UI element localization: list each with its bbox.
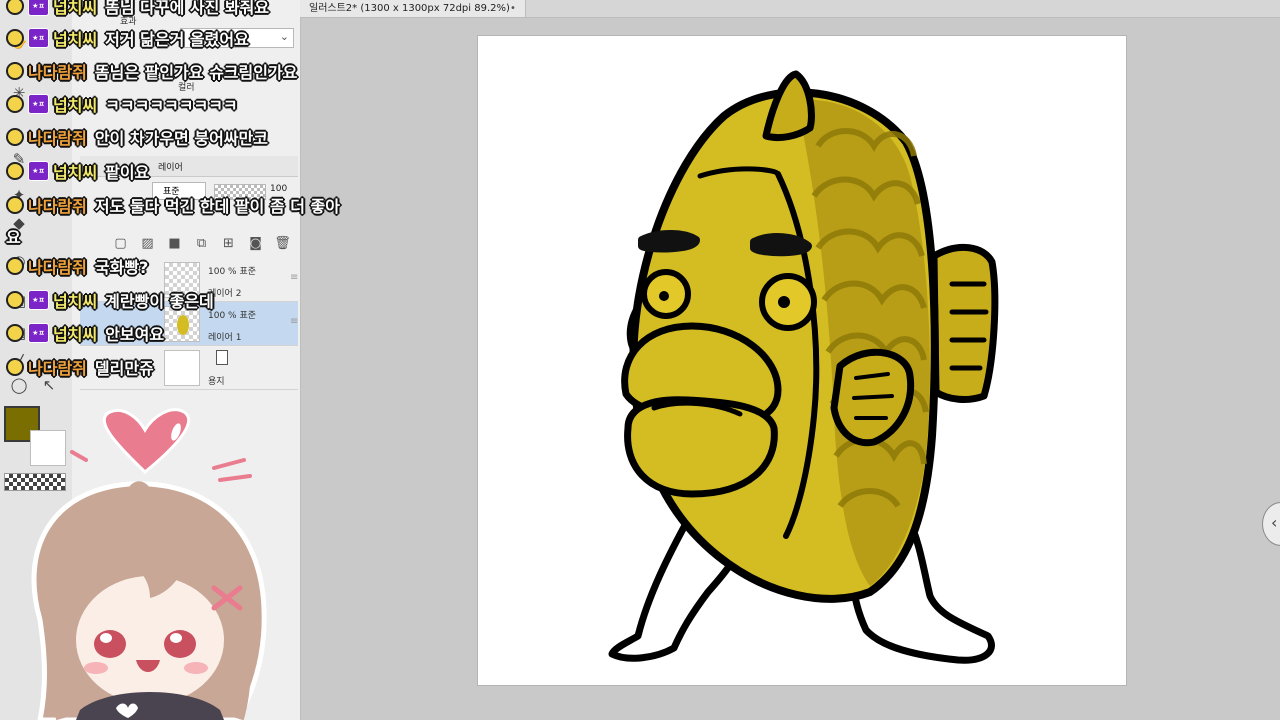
new-folder-icon[interactable]: ■ [166,235,183,252]
panel-collapse-button[interactable]: ‹ [1262,502,1280,546]
line-icon[interactable]: ╱ [8,352,30,374]
drawing-canvas[interactable] [478,36,1126,685]
drag-handle-icon[interactable]: ≡ [290,316,298,327]
layer-tab-label: 레이어 [158,163,183,173]
blend-icon[interactable]: ◐ [8,250,30,272]
opacity-slider[interactable] [214,184,266,200]
document-title: 일러스트2* (1300 x 1300px 72dpi 89.2%) [309,3,510,14]
opacity-value: 100 [270,184,288,194]
layer-name: 레이어 2 [208,289,242,299]
chevron-left-icon: ‹ [1271,513,1278,532]
move-icon[interactable]: ↖ [38,374,60,396]
copy-layer-icon[interactable]: ⧉ [193,235,210,252]
document-tab[interactable]: 일러스트2* (1300 x 1300px 72dpi 89.2%) • [300,0,526,17]
mask-icon[interactable]: ◙ [247,235,264,252]
blend-mode-select[interactable]: 표준 [152,182,206,200]
layer-name: 용지 [208,377,225,387]
eraser-icon[interactable]: ◆ [8,212,30,234]
effect-label: 효과 [120,17,137,27]
layer-panel-tab[interactable]: 레이어 [80,156,298,177]
gradient-icon[interactable]: ▤ [8,322,30,344]
layer-mode: 100 % 표준 [208,311,257,321]
merge-icon[interactable]: ⊞ [220,235,237,252]
layer-mode: 100 % 표준 [208,267,257,277]
layer-toolbar: ▢ ▨ ■ ⧉ ⊞ ◙ 🗑 [112,232,298,254]
new-vector-layer-icon[interactable]: ▨ [139,235,156,252]
color-label: 컬러 [178,83,195,93]
hand-icon[interactable]: ✋ [8,30,30,52]
paper-thumbnail [164,350,200,386]
layer-row[interactable]: 용지 [80,346,298,390]
streamer-avatar [31,408,267,720]
paper-icon [216,350,228,365]
fish-man-illustration [608,70,999,664]
airbrush-icon[interactable]: ✦ [8,184,30,206]
chevron-down-icon: ⌄ [279,30,289,43]
wand-icon[interactable]: ✳ [8,82,30,104]
effect-dropdown[interactable]: ⌄ [180,28,294,48]
layer-row-selected[interactable]: 100 % 표준 레이어 1 ≡ [80,302,298,346]
drag-handle-icon[interactable]: ≡ [290,272,298,283]
new-raster-layer-icon[interactable]: ▢ [112,235,129,252]
fill-icon[interactable]: ▣ [8,290,30,312]
document-tab-bar: 일러스트2* (1300 x 1300px 72dpi 89.2%) • [300,0,1280,18]
lasso-icon[interactable]: ◯ [8,374,30,396]
layer-name: 레이어 1 [208,333,242,343]
layer-thumbnail [164,306,200,342]
pen-icon[interactable]: ✎ [8,148,30,170]
delete-icon[interactable]: 🗑 [274,235,291,252]
layer-thumbnail [164,262,200,298]
modified-indicator: • [510,3,516,14]
layer-row[interactable]: 100 % 표준 레이어 2 ≡ [80,258,298,302]
